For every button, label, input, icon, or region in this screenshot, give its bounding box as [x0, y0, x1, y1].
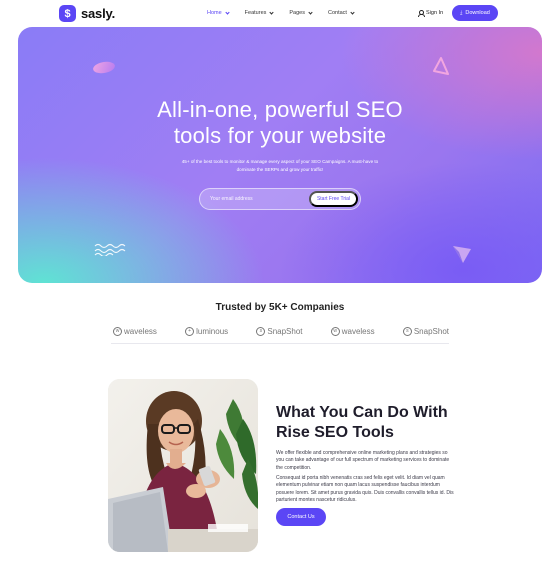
hero-title-line-2: tools for your website: [173, 123, 387, 148]
waveless-logo-icon: w: [113, 326, 122, 336]
brand-name: SnapShot: [267, 326, 303, 336]
nav-item-features[interactable]: Features: [244, 9, 275, 16]
feature-title: What You Can Do With Rise SEO Tools: [276, 403, 476, 443]
hero-title: All-in-one, powerful SEO tools for your …: [18, 97, 542, 149]
brand-name: luminous: [196, 326, 229, 336]
hero-section: All-in-one, powerful SEO tools for your …: [18, 27, 542, 283]
nav-item-label: Features: [244, 10, 267, 16]
site-header: $ sasly. Home Features Pages Contact Sig…: [0, 0, 560, 27]
logo[interactable]: $ sasly.: [59, 5, 115, 22]
download-icon: ⤓: [460, 10, 463, 16]
brand-logo: w waveless: [330, 326, 375, 336]
brand-logo: s SnapShot: [256, 326, 303, 336]
decorative-disk-shape: [92, 60, 116, 75]
brand-name: waveless: [124, 326, 157, 336]
download-button[interactable]: ⤓ Download: [452, 5, 498, 21]
decorative-gem-shape: [453, 246, 471, 263]
decorative-triangle-shape: [433, 57, 449, 75]
logo-text: sasly.: [81, 6, 115, 21]
divider: [111, 343, 449, 344]
sign-in-link[interactable]: Sign In: [418, 10, 444, 17]
nav-item-home[interactable]: Home: [207, 9, 230, 16]
brand-logo: + luminous: [185, 326, 229, 336]
brand-logos: w waveless + luminous s SnapShot w wavel…: [113, 322, 449, 340]
main-nav: Home Features Pages Contact: [207, 9, 355, 16]
feature-title-line-2: Rise SEO Tools: [276, 424, 394, 441]
chevron-down-icon: [225, 9, 230, 15]
snapshot-logo-icon: s: [256, 326, 266, 336]
chevron-down-icon: [269, 9, 275, 15]
dollar-logo-icon: $: [59, 5, 76, 22]
email-input[interactable]: [210, 189, 300, 209]
brand-logo: s SnapShot: [402, 326, 449, 336]
luminous-logo-icon: +: [185, 326, 195, 336]
nav-item-label: Home: [207, 10, 222, 16]
download-label: Download: [465, 10, 490, 16]
feature-paragraph-1: We offer flexible and comprehensive onli…: [276, 450, 450, 471]
woman-using-phone-photo: [108, 379, 258, 552]
user-icon: [418, 10, 425, 17]
nav-item-pages[interactable]: Pages: [289, 9, 313, 16]
photo-illustration: [108, 379, 258, 552]
decorative-wave-shape: [94, 243, 126, 256]
feature-title-line-1: What You Can Do With: [276, 404, 448, 421]
start-free-trial-button[interactable]: Start Free Trial: [309, 191, 358, 207]
hero-subtitle: 45+ of the best tools to monitor & manag…: [181, 159, 379, 172]
hero-title-line-1: All-in-one, powerful SEO: [157, 97, 403, 122]
chevron-down-icon: [308, 9, 313, 15]
sign-in-label: Sign In: [426, 10, 444, 16]
trusted-heading: Trusted by 5K+ Companies: [215, 302, 345, 313]
waveless-logo-icon: w: [330, 326, 340, 336]
brand-name: SnapShot: [413, 326, 449, 336]
brand-logo: w waveless: [113, 326, 157, 336]
signup-form: Start Free Trial: [199, 188, 361, 210]
nav-item-label: Pages: [289, 10, 305, 16]
brand-name: waveless: [341, 326, 375, 336]
contact-us-button[interactable]: Contact Us: [276, 508, 326, 526]
feature-paragraph-2: Consequat id porta nibh venenatis cras s…: [276, 475, 454, 503]
nav-item-contact[interactable]: Contact: [328, 9, 355, 16]
nav-item-label: Contact: [328, 10, 347, 16]
chevron-down-icon: [350, 9, 355, 15]
snapshot-logo-icon: s: [402, 326, 412, 336]
